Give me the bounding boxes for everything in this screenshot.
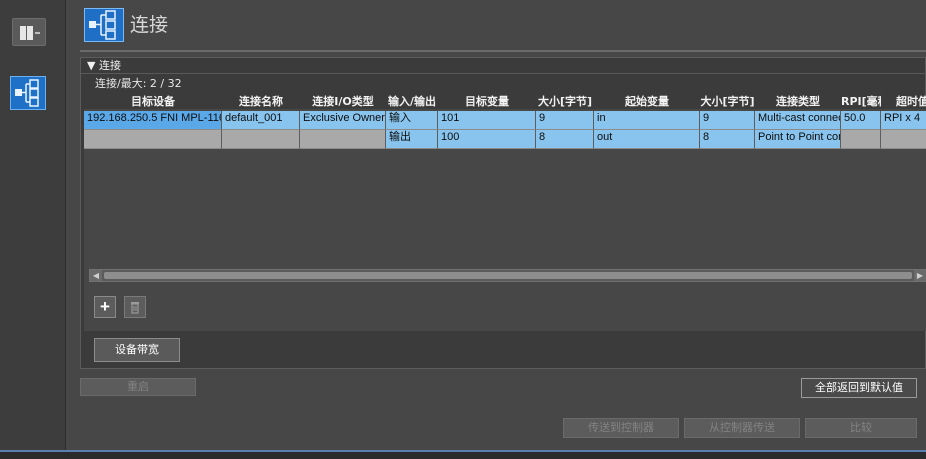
table-cell[interactable]: Point to Point connection — [755, 130, 841, 149]
reset-button[interactable]: 重启 — [80, 378, 196, 396]
table-cell[interactable] — [841, 130, 881, 149]
table-cell[interactable]: 100 — [438, 130, 536, 149]
table-cell[interactable]: 9 — [700, 111, 755, 130]
device-view-button[interactable] — [12, 18, 46, 46]
column-header[interactable]: 连接类型 — [755, 95, 841, 109]
section-toggle[interactable]: ▼ 连接 — [81, 58, 926, 74]
compare-button[interactable]: 比较 — [805, 418, 917, 438]
table-row[interactable]: 输出 100 8 out 8 Point to Point connection — [84, 130, 926, 149]
connection-table: 目标设备 连接名称 连接I/O类型 输入/输出 目标变量 大小[字节] 起始变量… — [84, 95, 926, 331]
device-bandwidth-button[interactable]: 设备带宽 — [94, 338, 180, 362]
table-header: 目标设备 连接名称 连接I/O类型 输入/输出 目标变量 大小[字节] 起始变量… — [84, 95, 926, 109]
transfer-from-controller-button[interactable]: 从控制器传送 — [684, 418, 800, 438]
column-header[interactable]: 超时值 — [881, 95, 926, 109]
page-title: 连接 — [130, 14, 169, 36]
table-cell[interactable] — [222, 130, 300, 149]
column-header[interactable]: 连接I/O类型 — [300, 95, 386, 109]
column-header[interactable]: 目标变量 — [438, 95, 536, 109]
header-connection-icon — [84, 8, 124, 42]
table-cell[interactable]: 50.0 — [841, 111, 881, 130]
horizontal-scrollbar[interactable]: ◀ ▶ — [89, 269, 926, 282]
table-cell[interactable]: 192.168.250.5 FNI MPL-116 — [84, 111, 222, 130]
column-header[interactable]: 大小[字节] — [700, 95, 755, 109]
transfer-to-controller-button[interactable]: 传送到控制器 — [563, 418, 679, 438]
column-header[interactable]: RPI[毫秒] — [841, 95, 881, 109]
device-icon — [20, 26, 40, 40]
table-cell[interactable]: Exclusive Owner — [300, 111, 386, 130]
status-strip — [0, 450, 926, 459]
table-cell[interactable]: 输出 — [386, 130, 438, 149]
table-cell[interactable]: in — [594, 111, 700, 130]
table-cell[interactable] — [881, 130, 926, 149]
column-header[interactable]: 起始变量 — [594, 95, 700, 109]
table-cell[interactable]: RPI x 4 — [881, 111, 926, 130]
column-header[interactable]: 大小[字节] — [536, 95, 594, 109]
connection-panel: ▼ 连接 连接/最大: 2 / 32 目标设备 连接名称 连接I/O类型 输入/… — [80, 57, 926, 369]
connection-count: 连接/最大: 2 / 32 — [95, 77, 182, 90]
connection-view-button[interactable] — [10, 76, 46, 110]
table-row[interactable]: 192.168.250.5 FNI MPL-116 default_001 Ex… — [84, 111, 926, 130]
column-header[interactable]: 输入/输出 — [386, 95, 438, 109]
table-cell[interactable]: out — [594, 130, 700, 149]
scrollbar-thumb[interactable] — [104, 272, 912, 279]
table-cell[interactable]: 8 — [700, 130, 755, 149]
table-cell[interactable] — [300, 130, 386, 149]
table-cell[interactable]: 输入 — [386, 111, 438, 130]
header-divider — [80, 50, 926, 52]
table-cell[interactable]: 8 — [536, 130, 594, 149]
delete-connection-button[interactable] — [124, 296, 146, 318]
trash-icon — [131, 302, 139, 314]
restore-defaults-button[interactable]: 全部返回到默认值 — [801, 378, 917, 398]
table-cell[interactable]: 9 — [536, 111, 594, 130]
left-rail — [0, 0, 66, 450]
connection-icon — [15, 79, 39, 107]
column-header[interactable]: 连接名称 — [222, 95, 300, 109]
scroll-right-icon[interactable]: ▶ — [914, 270, 926, 281]
table-cell[interactable]: Multi-cast connection — [755, 111, 841, 130]
scroll-left-icon[interactable]: ◀ — [90, 270, 102, 281]
table-cell[interactable]: 101 — [438, 111, 536, 130]
table-cell[interactable] — [84, 130, 222, 149]
table-cell[interactable]: default_001 — [222, 111, 300, 130]
add-connection-button[interactable]: + — [94, 296, 116, 318]
column-header[interactable]: 目标设备 — [84, 95, 222, 109]
